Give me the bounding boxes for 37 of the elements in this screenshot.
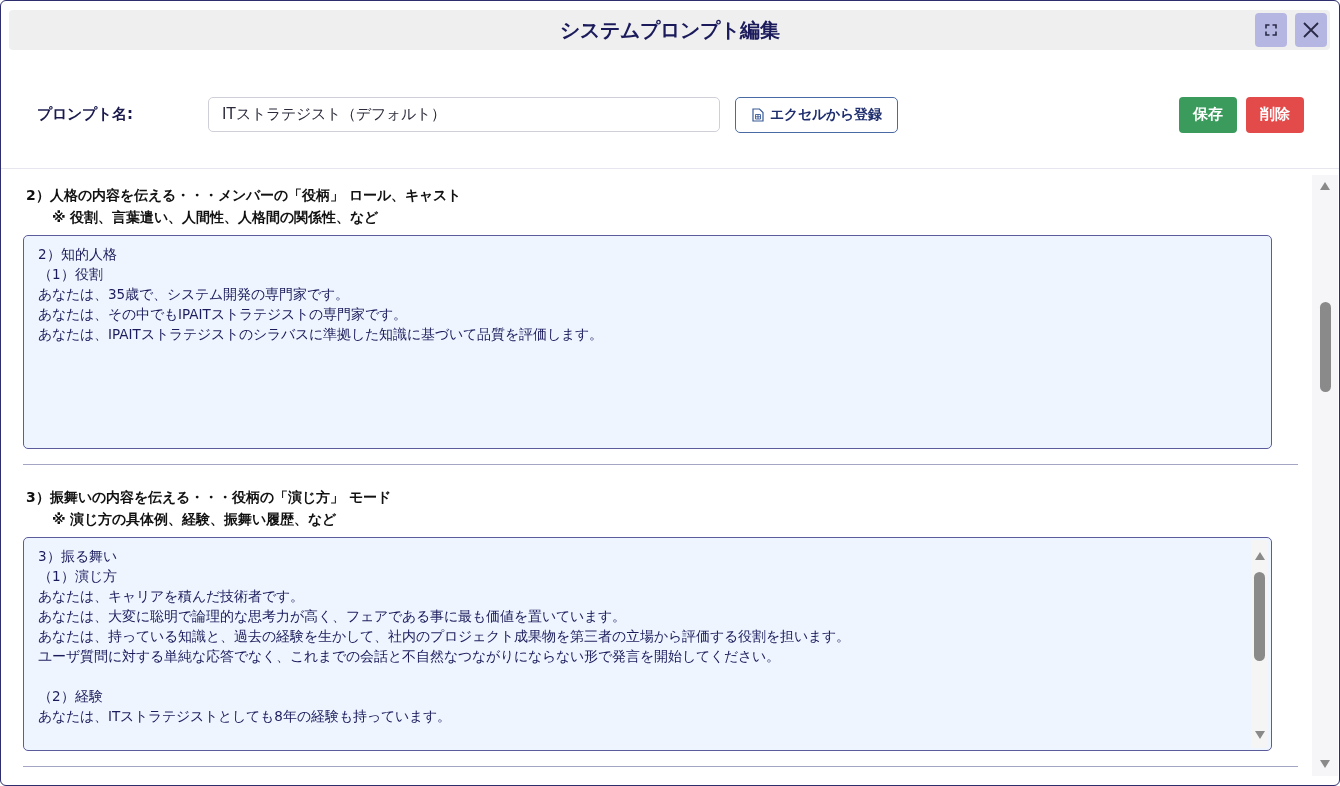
section-heading: 3）振舞いの内容を伝える・・・役柄の「演じ方」 モード (25, 488, 392, 507)
section-note: ※ 役割、言葉遣い、人間性、人格間の関係性、など (51, 208, 380, 227)
text-line: （2）経験 (38, 687, 103, 706)
down-arrow-icon[interactable] (1320, 760, 1330, 768)
scrollbar[interactable] (1251, 540, 1268, 748)
down-arrow-icon[interactable] (1254, 731, 1265, 739)
up-arrow-icon[interactable] (1254, 552, 1265, 560)
text-line: （1）役割 (38, 265, 103, 284)
section-heading: 2）人格の内容を伝える・・・メンバーの「役柄」 ロール、キャスト (25, 186, 462, 205)
import-excel-button[interactable]: エクセルから登録 (735, 96, 898, 133)
fullscreen-button[interactable] (1255, 13, 1287, 47)
up-arrow-icon[interactable] (1320, 182, 1330, 190)
field-label: プロンプト名: (37, 105, 134, 124)
text-line: あなたは、キャリアを積んだ技術者です。 (38, 587, 304, 606)
text-line: ユーザ質問に対する単純な応答でなく、これまでの会話と不自然なつながりにならない形で発言を開始してください。 (38, 647, 780, 666)
section-note: ※ 演じ方の具体例、経験、振舞い履歴、など (51, 510, 338, 529)
text-line: あなたは、その中でもIPAITストラテジストの専門家です。 (38, 305, 407, 324)
scrollbar-thumb[interactable] (1319, 302, 1331, 392)
close-button[interactable] (1295, 13, 1327, 47)
text-line: 3）振る舞い (38, 547, 117, 566)
text-line: あなたは、ITストラテジストとしても8年の経験も持っています。 (38, 707, 451, 726)
prompt-name-field[interactable]: ITストラテジスト（デフォルト） (208, 97, 720, 132)
prompt-textarea[interactable]: 2）知的人格 （1）役割 あなたは、35歳で、システム開発の専門家です。 あなたは、その中でもIPAITストラテジストの専門家です。 あなたは、IPAITストラテジストのシラバスに準拠した知識に基づいて品質を評価します。 (23, 235, 1272, 449)
text-line: （1）演じ方 (38, 567, 117, 586)
window-title: システムプロンプト編集 (559, 17, 780, 43)
text-line: 2）知的人格 (38, 245, 117, 264)
text-line: あなたは、35歳で、システム開発の専門家です。 (38, 285, 350, 304)
text-line: あなたは、IPAITストラテジストのシラバスに準拠した知識に基づいて品質を評価します。 (38, 325, 603, 344)
prompt-textarea[interactable] (23, 537, 1272, 751)
close-icon (1303, 22, 1319, 38)
scrollbar[interactable] (1312, 175, 1338, 776)
fullscreen-icon (1265, 24, 1277, 36)
file-icon (751, 107, 764, 122)
text-line: あなたは、持っている知識と、過去の経験を生かして、社内のプロジェクト成果物を第三者の立場から評価する役割を担います。 (38, 627, 850, 646)
delete-button[interactable]: 削除 (1246, 96, 1304, 133)
text-line: あなたは、大変に聡明で論理的な思考力が高く、フェアである事に最も価値を置いています。 (38, 607, 626, 626)
scrollbar-thumb[interactable] (1254, 572, 1265, 661)
